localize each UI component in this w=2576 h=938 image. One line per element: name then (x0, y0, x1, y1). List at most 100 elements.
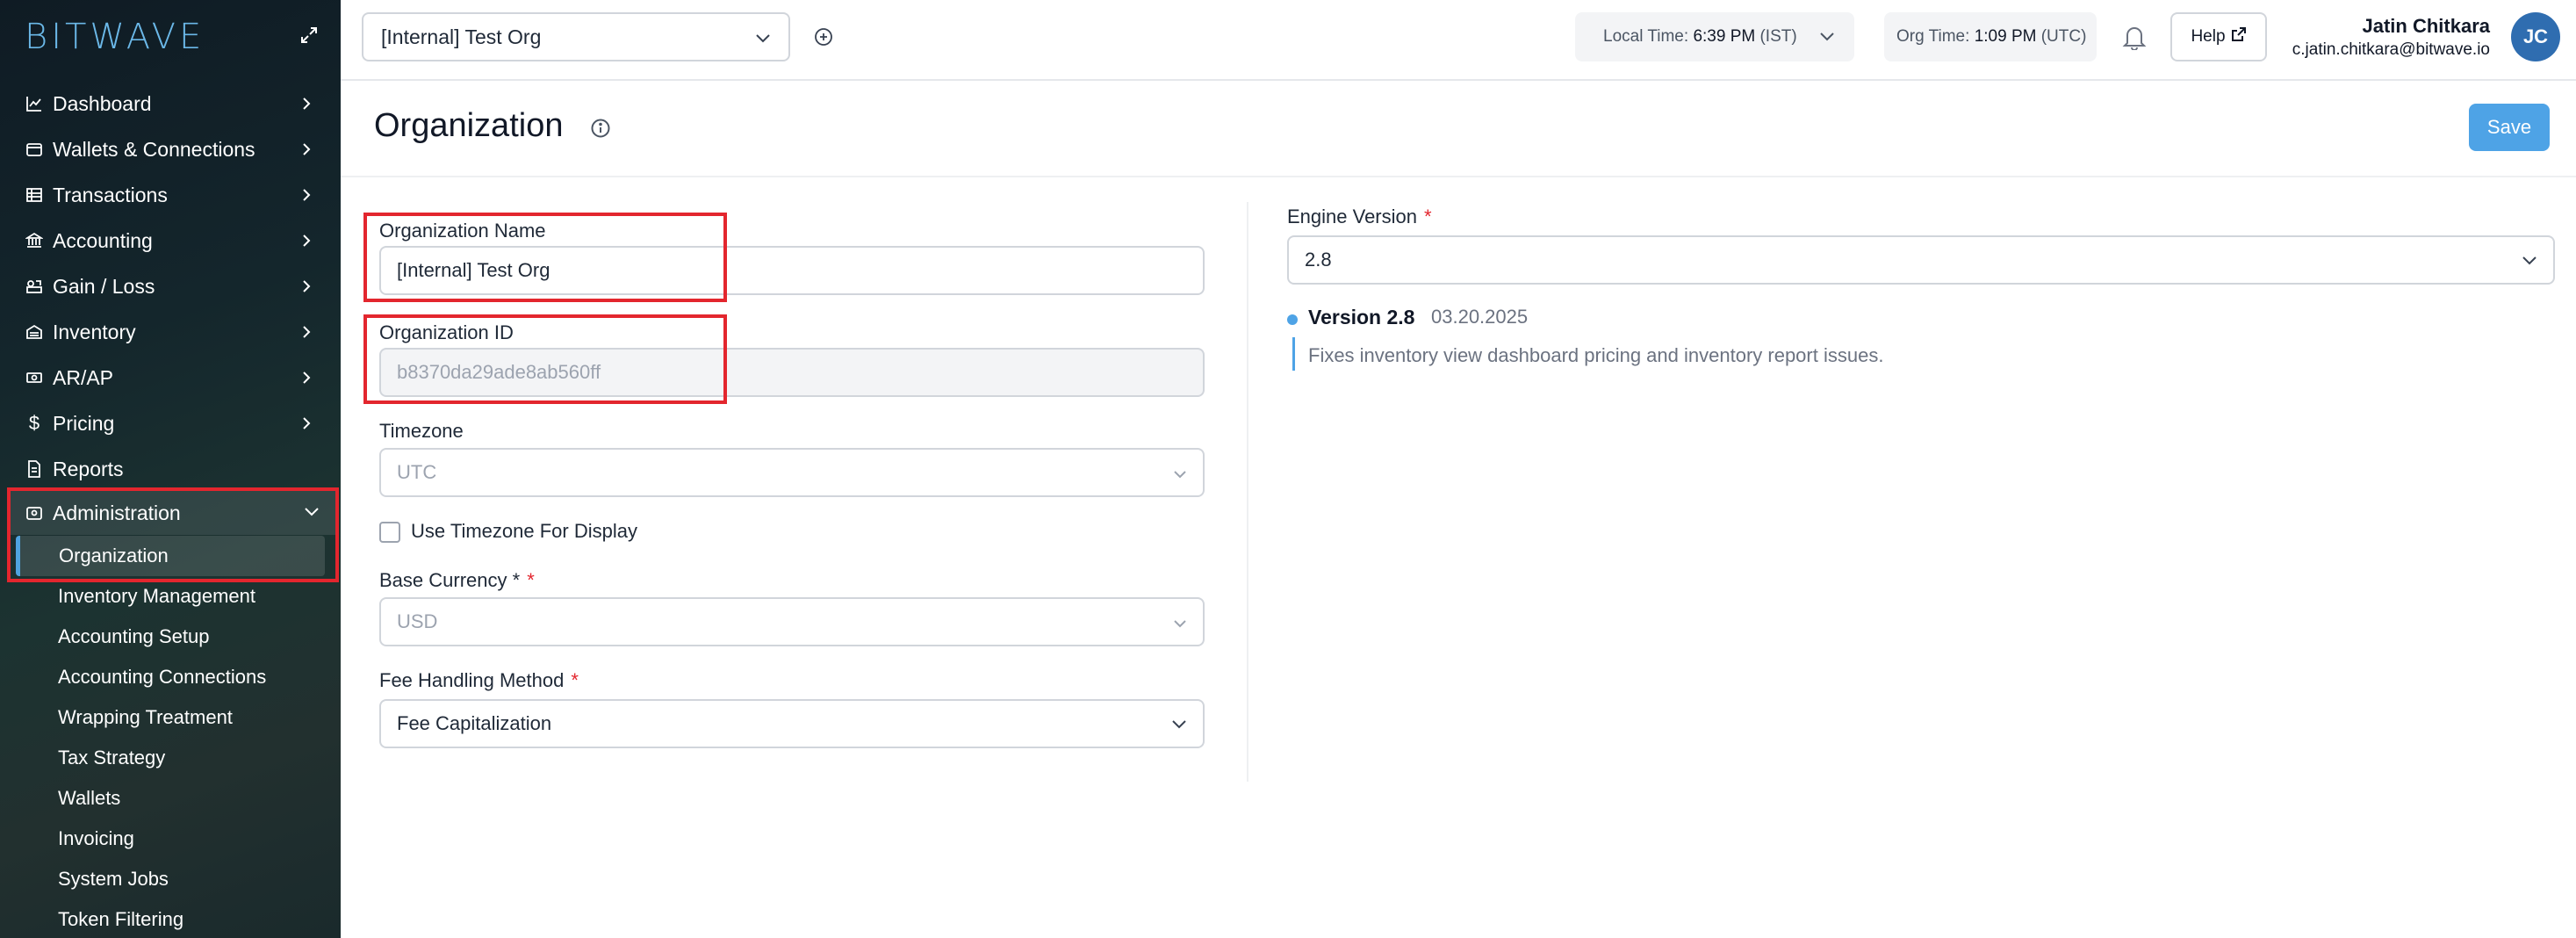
sidebar-subitem[interactable]: System Jobs (0, 859, 341, 899)
chart-line-icon (25, 94, 44, 113)
wallet-icon (25, 140, 44, 159)
sidebar-nav: Dashboard Wallets & Connections Transact… (0, 81, 341, 492)
org-time-label: Org Time: (1896, 27, 1970, 46)
help-button[interactable]: Help (2170, 12, 2267, 61)
sidebar: BITWAVE Dashboard Wallets & Connections … (0, 0, 341, 938)
user-email: c.jatin.chitkara@bitwave.io (2292, 40, 2490, 59)
highlight-box-org-id (363, 314, 727, 404)
timezone-value: UTC (397, 461, 437, 483)
sidebar-item-gain-loss[interactable]: Gain / Loss (0, 263, 341, 309)
sidebar-item-label: Inventory (53, 320, 136, 343)
engine-version-value: 2.8 (1305, 249, 1332, 271)
fee-method-select[interactable]: Fee Capitalization (379, 699, 1205, 748)
dollar-icon: $ (28, 412, 40, 434)
sidebar-subitem[interactable]: Tax Strategy (0, 738, 341, 778)
sidebar-item-wallets-connections[interactable]: Wallets & Connections (0, 126, 341, 172)
sidebar-subitem[interactable]: Inventory Management (0, 576, 341, 617)
engine-version-label: Engine Version * (1287, 206, 1432, 228)
avatar[interactable]: JC (2511, 12, 2560, 61)
org-time-display: Org Time: 1:09 PM (UTC) (1884, 12, 2097, 61)
use-timezone-label: Use Timezone For Display (411, 520, 637, 542)
warehouse-icon (25, 322, 44, 342)
sidebar-item-label: AR/AP (53, 365, 114, 389)
use-timezone-checkbox[interactable] (379, 522, 400, 543)
user-name: Jatin Chitkara (2362, 15, 2491, 37)
version-title: Version 2.8 (1308, 306, 1415, 328)
fee-method-value: Fee Capitalization (397, 712, 552, 734)
sidebar-item-reports[interactable]: Reports (0, 446, 341, 492)
sidebar-item-label: Reports (53, 457, 124, 480)
help-label: Help (2191, 27, 2226, 46)
expand-icon[interactable] (295, 21, 323, 49)
external-link-icon (2231, 26, 2247, 47)
document-icon (25, 459, 44, 479)
local-time-zone: (IST) (1759, 27, 1797, 46)
administration-subnav: Inventory Management Accounting Setup Ac… (0, 576, 341, 938)
chevron-down-icon (1173, 461, 1187, 484)
sidebar-subitem[interactable]: Accounting Setup (0, 617, 341, 657)
base-currency-select[interactable]: USD (379, 597, 1205, 646)
chevron-right-icon (297, 368, 316, 387)
timezone-select[interactable]: UTC (379, 448, 1205, 497)
sidebar-item-label: Pricing (53, 411, 115, 435)
sidebar-item-pricing[interactable]: $ Pricing (0, 400, 341, 446)
version-date: 03.20.2025 (1431, 306, 1529, 328)
engine-version-label-text: Engine Version (1287, 206, 1417, 227)
chevron-right-icon (297, 231, 316, 250)
base-currency-label-text: Base Currency * (379, 569, 521, 591)
org-select[interactable]: [Internal] Test Org (362, 12, 790, 61)
add-org-icon[interactable] (809, 23, 838, 51)
version-dot (1287, 314, 1298, 325)
org-select-value: [Internal] Test Org (381, 25, 542, 48)
user-info[interactable]: Jatin Chitkara c.jatin.chitkara@bitwave.… (2281, 14, 2490, 61)
table-icon (25, 185, 44, 205)
sidebar-item-inventory[interactable]: Inventory (0, 309, 341, 355)
local-time-selector[interactable]: Local Time: 6:39 PM (IST) (1575, 12, 1854, 61)
bitwave-logo[interactable]: BITWAVE (25, 16, 205, 58)
scale-icon (25, 277, 44, 296)
timezone-label: Timezone (379, 420, 464, 442)
highlight-box-org-name (363, 213, 727, 302)
sidebar-item-dashboard[interactable]: Dashboard (0, 81, 341, 126)
sidebar-subitem[interactable]: Accounting Connections (0, 657, 341, 697)
sidebar-subitem[interactable]: Wallets (0, 778, 341, 819)
page-title: Organization (374, 107, 564, 144)
page-header: Organization Save (341, 81, 2576, 177)
sidebar-subitem[interactable]: Wrapping Treatment (0, 697, 341, 738)
money-icon (25, 368, 44, 387)
sidebar-item-transactions[interactable]: Transactions (0, 172, 341, 218)
top-bar: [Internal] Test Org Local Time: 6:39 PM … (341, 0, 2576, 81)
info-icon[interactable] (588, 116, 613, 141)
chevron-right-icon (297, 414, 316, 433)
chevron-right-icon (297, 94, 316, 113)
chevron-down-icon (755, 25, 771, 49)
chevron-right-icon (297, 277, 316, 296)
chevron-right-icon (297, 322, 316, 342)
logo-text: BITWAVE (25, 17, 205, 57)
org-time-zone: (UTC) (2040, 27, 2087, 46)
required-mark: * (571, 669, 579, 691)
chevron-down-icon (1171, 712, 1187, 735)
engine-version-select[interactable]: 2.8 (1287, 235, 2555, 285)
base-currency-label: Base Currency * * (379, 569, 535, 592)
chevron-down-icon (1819, 28, 1835, 47)
org-time-value: 1:09 PM (1974, 27, 2037, 46)
base-currency-value: USD (397, 610, 438, 632)
sidebar-item-accounting[interactable]: Accounting (0, 218, 341, 263)
bell-icon[interactable] (2119, 21, 2149, 53)
bank-icon (25, 231, 44, 250)
version-notes: Fixes inventory view dashboard pricing a… (1308, 344, 1884, 366)
sidebar-item-label: Wallets & Connections (53, 137, 255, 161)
required-mark: * (1424, 206, 1432, 227)
highlight-box-administration (7, 487, 339, 582)
sidebar-item-label: Accounting (53, 228, 153, 252)
sidebar-item-label: Gain / Loss (53, 274, 155, 298)
local-time-value: 6:39 PM (1693, 27, 1756, 46)
sidebar-item-label: Dashboard (53, 91, 152, 115)
sidebar-subitem[interactable]: Invoicing (0, 819, 341, 859)
version-notes-bar (1292, 337, 1295, 371)
save-button[interactable]: Save (2469, 104, 2550, 151)
sidebar-item-ar-ap[interactable]: AR/AP (0, 355, 341, 400)
fee-method-label-text: Fee Handling Method (379, 669, 565, 691)
sidebar-subitem[interactable]: Token Filtering (0, 899, 341, 938)
